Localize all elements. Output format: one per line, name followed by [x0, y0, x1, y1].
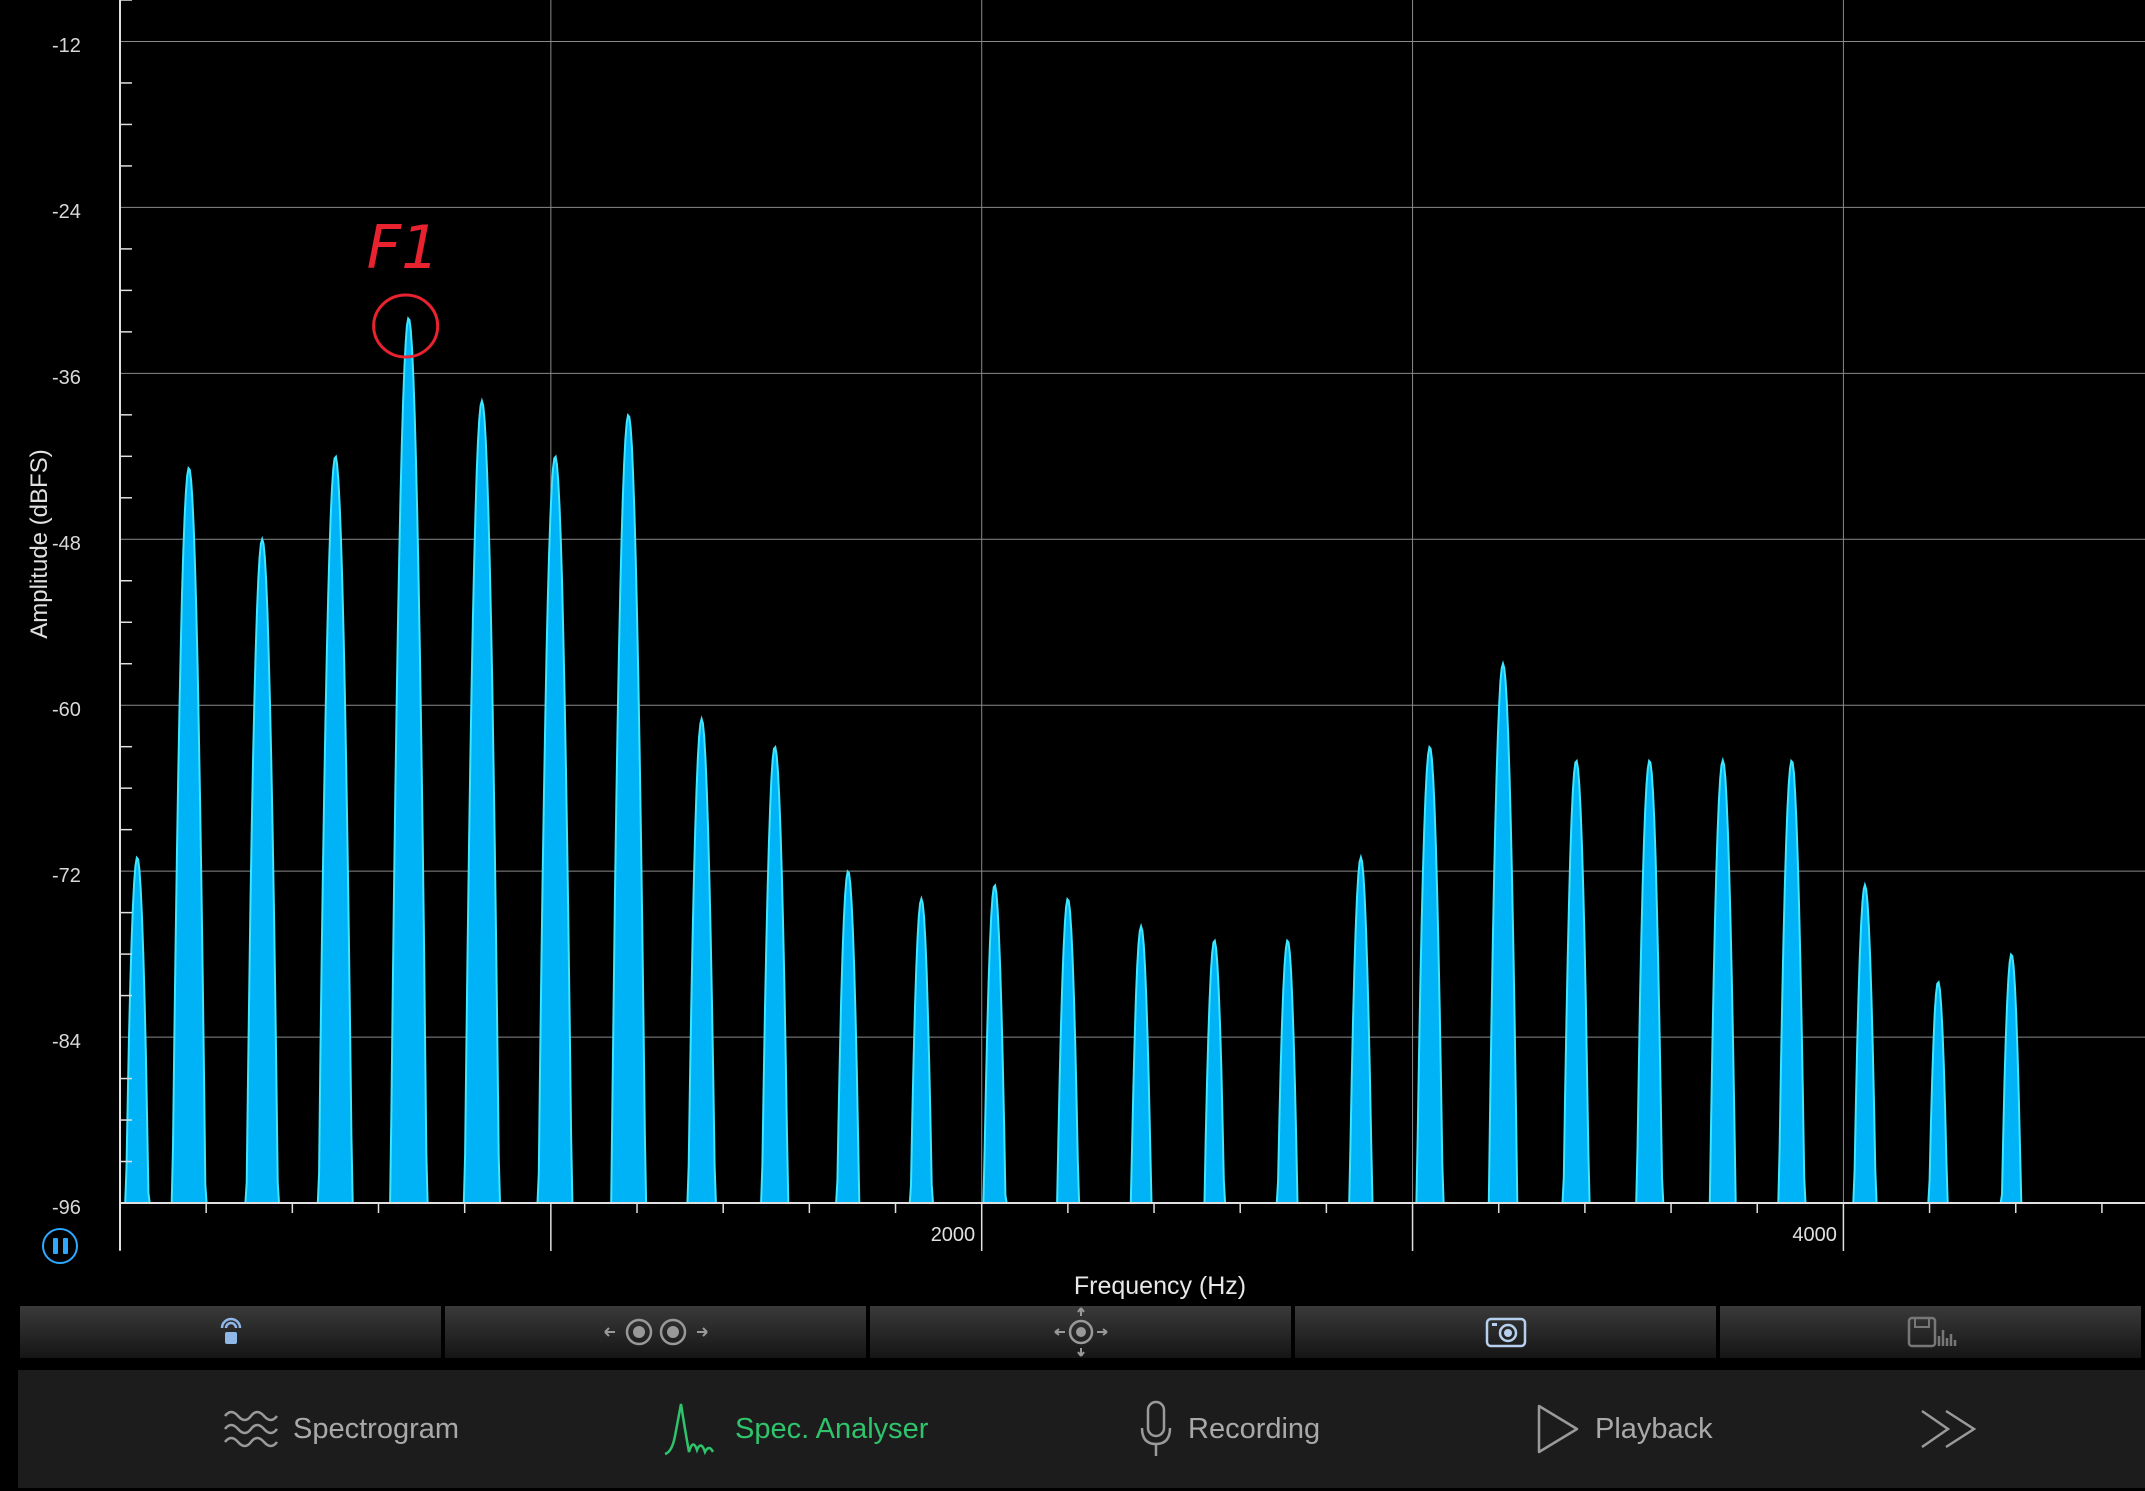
- tab-label: Spectrogram: [293, 1412, 460, 1445]
- play-icon: [1537, 1404, 1579, 1454]
- y-tick-label: -12: [52, 35, 81, 58]
- y-tick-label: -60: [52, 699, 81, 722]
- tab-label: Spec. Analyser: [735, 1412, 929, 1445]
- tab-label: Recording: [1188, 1412, 1321, 1445]
- y-tick-label: -84: [52, 1031, 81, 1054]
- spectrogram-icon: [224, 1410, 278, 1448]
- touch-lock-icon: [220, 1317, 241, 1344]
- pan-move-icon: [1053, 1307, 1108, 1357]
- save-spectrum-icon: [1907, 1316, 1956, 1348]
- touch-lock-button[interactable]: [20, 1306, 441, 1358]
- x-axis-title: Frequency (Hz): [1073, 1272, 1247, 1300]
- pause-button[interactable]: [42, 1228, 78, 1264]
- x-tick-label: 2000: [930, 1224, 976, 1246]
- f1-annotation: F1: [367, 213, 440, 359]
- y-tick-label: -36: [52, 367, 81, 390]
- y-tick-label: -24: [52, 201, 81, 224]
- pan-move-button[interactable]: [870, 1306, 1291, 1358]
- y-tick-label: -48: [52, 533, 81, 556]
- pinch-zoom-horizontal-icon: [603, 1318, 708, 1346]
- y-tick-label: -96: [52, 1197, 81, 1219]
- tab-playback[interactable]: Playback: [1533, 1394, 1713, 1464]
- camera-snapshot-icon: [1485, 1317, 1526, 1348]
- tab-recording[interactable]: Recording: [1138, 1394, 1320, 1464]
- spectrum-chart[interactable]: F1: [0, 0, 2145, 1300]
- pause-icon: [52, 1238, 58, 1254]
- more-tabs-button[interactable]: [1918, 1394, 1982, 1464]
- y-tick-label: -72: [52, 865, 81, 888]
- chart-toolbar: [20, 1306, 2145, 1358]
- save-button[interactable]: [1720, 1306, 2141, 1358]
- snapshot-button[interactable]: [1295, 1306, 1716, 1358]
- double-chevron-right-icon: [1921, 1409, 1977, 1449]
- microphone-icon: [1140, 1400, 1172, 1456]
- x-tick-label: 4000: [1792, 1224, 1837, 1246]
- bottom-tab-bar: Spectrogram Spec. Analyser Recording Pla…: [18, 1370, 2145, 1488]
- y-axis-title: Amplitude (dBFS): [26, 449, 53, 639]
- tab-spectrogram[interactable]: Spectrogram: [223, 1394, 459, 1464]
- pinch-zoom-button[interactable]: [445, 1306, 866, 1358]
- tab-label: Playback: [1595, 1412, 1713, 1445]
- pause-icon-bar: [62, 1238, 68, 1254]
- spectrum-analyser-icon: [664, 1403, 715, 1456]
- tab-spec-analyser[interactable]: Spec. Analyser: [663, 1394, 928, 1464]
- annotation-label: F1: [367, 213, 440, 283]
- spectrum-area: [120, 316, 2145, 1204]
